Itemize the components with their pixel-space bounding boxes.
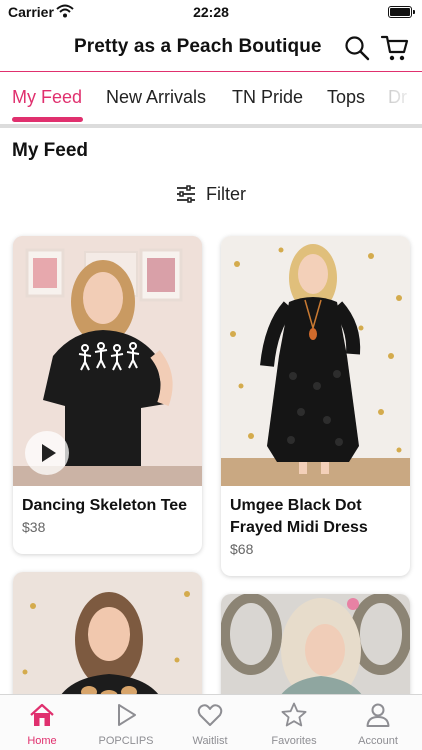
- active-tab-indicator: [12, 117, 83, 122]
- person-icon: [366, 703, 390, 727]
- nav-account-label: Account: [358, 735, 398, 747]
- tab-tn-pride[interactable]: TN Pride: [232, 87, 303, 108]
- nav-home[interactable]: Home: [0, 695, 84, 750]
- product-name: Dancing Skeleton Tee: [22, 497, 188, 514]
- play-icon: [42, 444, 56, 462]
- product-price: $68: [230, 541, 254, 557]
- filter-label: Filter: [206, 183, 246, 204]
- bottom-tab-bar: Home POPCLIPS Waitlist Favorites Account: [0, 694, 422, 750]
- product-card[interactable]: Dancing Skeleton Tee $38: [13, 236, 202, 554]
- nav-popclips[interactable]: POPCLIPS: [84, 695, 168, 750]
- product-card[interactable]: [13, 572, 202, 712]
- search-icon[interactable]: [342, 33, 372, 63]
- tab-tops[interactable]: Tops: [327, 87, 365, 108]
- product-image: [221, 236, 410, 486]
- battery-icon: [388, 6, 415, 18]
- home-icon: [30, 703, 54, 726]
- product-card[interactable]: Umgee Black Dot Frayed Midi Dress $68: [221, 236, 410, 576]
- star-icon: [281, 702, 307, 727]
- status-bar: Carrier 22:28: [0, 0, 422, 24]
- section-title: My Feed: [12, 140, 89, 161]
- heart-icon: [197, 704, 223, 726]
- app-header: Pretty as a Peach Boutique: [0, 24, 422, 72]
- nav-popclips-label: POPCLIPS: [98, 735, 154, 747]
- tab-my-feed[interactable]: My Feed: [12, 87, 82, 108]
- product-price: $38: [22, 519, 46, 535]
- play-video-button[interactable]: [25, 431, 69, 475]
- app-title: Pretty as a Peach Boutique: [74, 36, 322, 57]
- nav-home-label: Home: [27, 735, 57, 747]
- nav-favorites[interactable]: Favorites: [252, 695, 336, 750]
- category-tabs: My Feed New Arrivals TN Pride Tops Dr: [0, 74, 422, 126]
- filter-button[interactable]: Filter: [176, 182, 246, 206]
- tabs-fade: [376, 74, 422, 126]
- tab-new-arrivals[interactable]: New Arrivals: [106, 87, 206, 108]
- cart-icon[interactable]: [380, 33, 410, 63]
- nav-account[interactable]: Account: [336, 695, 420, 750]
- product-image: [13, 572, 202, 712]
- product-name: Umgee Black Dot Frayed Midi Dress: [230, 497, 368, 536]
- clock: 22:28: [193, 4, 229, 20]
- play-icon: [118, 704, 136, 726]
- sliders-icon: [177, 185, 195, 203]
- nav-favorites-label: Favorites: [271, 735, 317, 747]
- tabs-divider: [0, 124, 422, 128]
- nav-waitlist[interactable]: Waitlist: [168, 695, 252, 750]
- nav-waitlist-label: Waitlist: [192, 735, 228, 747]
